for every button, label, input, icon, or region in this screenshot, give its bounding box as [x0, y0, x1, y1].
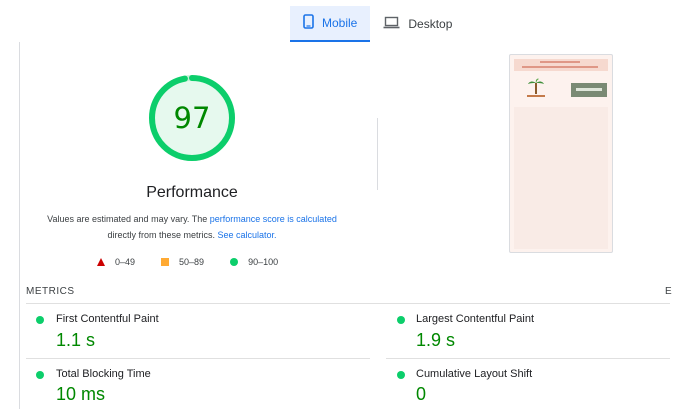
expand-view-toggle[interactable]: E	[665, 286, 672, 297]
legend-item-pass: 90–100	[230, 257, 278, 267]
tab-desktop[interactable]: Desktop	[370, 6, 465, 42]
metric-name-fcp: First Contentful Paint	[56, 313, 159, 325]
metrics-header: METRICS	[26, 286, 75, 297]
tab-mobile[interactable]: Mobile	[290, 6, 371, 42]
legend-label-fail: 0–49	[115, 257, 136, 267]
description-text-2: directly from these metrics.	[107, 230, 218, 240]
metric-value-cls: 0	[416, 384, 427, 404]
metric-value-tbt: 10 ms	[56, 384, 106, 404]
smartphone-icon	[303, 14, 314, 32]
pass-indicator-icon	[397, 371, 405, 379]
metric-value-fcp: 1.1 s	[56, 330, 96, 350]
score-legend: 0–49 50–89 90–100	[97, 257, 304, 267]
score-description: Values are estimated and may vary. The p…	[30, 211, 354, 243]
performance-score: 97	[173, 101, 211, 135]
see-calculator-link[interactable]: See calculator.	[217, 230, 276, 240]
legend-label-average: 50–89	[179, 257, 205, 267]
device-tabs: Mobile Desktop	[290, 6, 465, 42]
thumbnail-logo-icon	[527, 78, 545, 97]
performance-title: Performance	[146, 184, 238, 201]
thumbnail-button-text	[576, 88, 602, 91]
metric-name-lcp: Largest Contentful Paint	[416, 313, 535, 325]
metrics-row-divider	[386, 358, 670, 359]
metric-value-lcp: 1.9 s	[416, 330, 456, 350]
metrics-divider	[26, 303, 670, 304]
orange-square-icon	[161, 258, 170, 266]
legend-item-average: 50–89	[161, 257, 204, 267]
legend-item-fail: 0–49	[97, 257, 135, 267]
metric-name-cls: Cumulative Layout Shift	[416, 368, 533, 380]
laptop-icon	[383, 16, 400, 32]
metric-name-tbt: Total Blocking Time	[56, 368, 151, 380]
thumbnail-text-line	[540, 61, 580, 63]
metrics-row-divider	[26, 358, 370, 359]
legend-label-pass: 90–100	[248, 257, 279, 267]
green-circle-icon	[230, 258, 239, 266]
summary-divider	[377, 118, 378, 190]
red-triangle-icon	[97, 258, 105, 266]
description-text-1: Values are estimated and may vary. The	[47, 214, 210, 224]
panel-divider	[19, 42, 20, 409]
tab-desktop-label: Desktop	[408, 17, 453, 31]
page-screenshot-thumbnail	[509, 54, 613, 253]
thumbnail-text-line	[522, 66, 598, 68]
pass-indicator-icon	[36, 316, 44, 324]
thumbnail-body	[514, 107, 608, 249]
performance-score-link[interactable]: performance score is calculated	[210, 214, 337, 224]
pass-indicator-icon	[36, 371, 44, 379]
tab-mobile-label: Mobile	[322, 16, 358, 30]
pass-indicator-icon	[397, 316, 405, 324]
